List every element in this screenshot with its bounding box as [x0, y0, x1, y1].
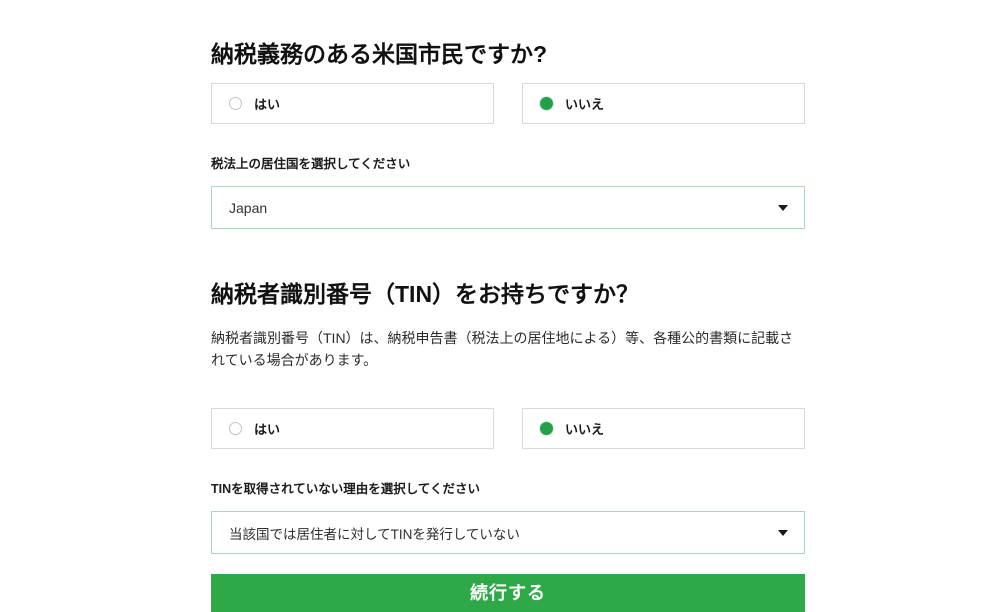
tin-option-no-label: いいえ: [565, 422, 605, 438]
radio-selected-icon: [540, 422, 553, 436]
us-citizen-radio-group: はい いいえ: [211, 82, 805, 124]
tin-option-yes-label: はい: [254, 422, 281, 438]
tin-option-no[interactable]: いいえ: [522, 408, 805, 450]
us-citizen-option-yes-label: はい: [254, 96, 281, 112]
tax-residence-selected-value: Japan: [229, 199, 268, 216]
radio-selected-icon: [540, 96, 553, 110]
us-citizen-option-no[interactable]: いいえ: [522, 82, 805, 124]
us-citizen-question-heading: 納税義務のある米国市民ですか?: [211, 41, 548, 67]
radio-unselected-icon: [229, 422, 242, 436]
radio-unselected-icon: [229, 96, 242, 110]
tin-reason-selected-value: 当該国では居住者に対してTINを発行していない: [229, 526, 520, 542]
us-citizen-option-no-label: いいえ: [565, 96, 605, 112]
tin-question-heading: 納税者識別番号（TIN）をお持ちですか？: [211, 281, 640, 307]
tax-residence-label: 税法上の居住国を選択してください: [211, 156, 411, 171]
tin-reason-label: TINを取得されていない理由を選択してください: [211, 482, 481, 497]
tin-question-description: 納税者識別番号（TIN）は、納税申告書（税法上の居住地による）等、各種公的書類に…: [211, 329, 794, 369]
tin-radio-group: はい いいえ: [211, 408, 805, 450]
tin-reason-select[interactable]: 当該国では居住者に対してTINを発行していない: [211, 511, 805, 555]
tax-residency-form-page: 納税義務のある米国市民ですか? はい いいえ 税法上の居住国を選択してください …: [0, 0, 1000, 612]
tax-residence-select[interactable]: Japan: [211, 186, 805, 229]
tin-option-yes[interactable]: はい: [211, 408, 494, 450]
chevron-down-icon: [778, 204, 788, 211]
us-citizen-option-yes[interactable]: はい: [211, 82, 494, 124]
form-content-column: 納税義務のある米国市民ですか? はい いいえ 税法上の居住国を選択してください …: [211, 0, 805, 612]
continue-button[interactable]: 続行する: [211, 574, 805, 612]
chevron-down-icon: [778, 529, 788, 536]
